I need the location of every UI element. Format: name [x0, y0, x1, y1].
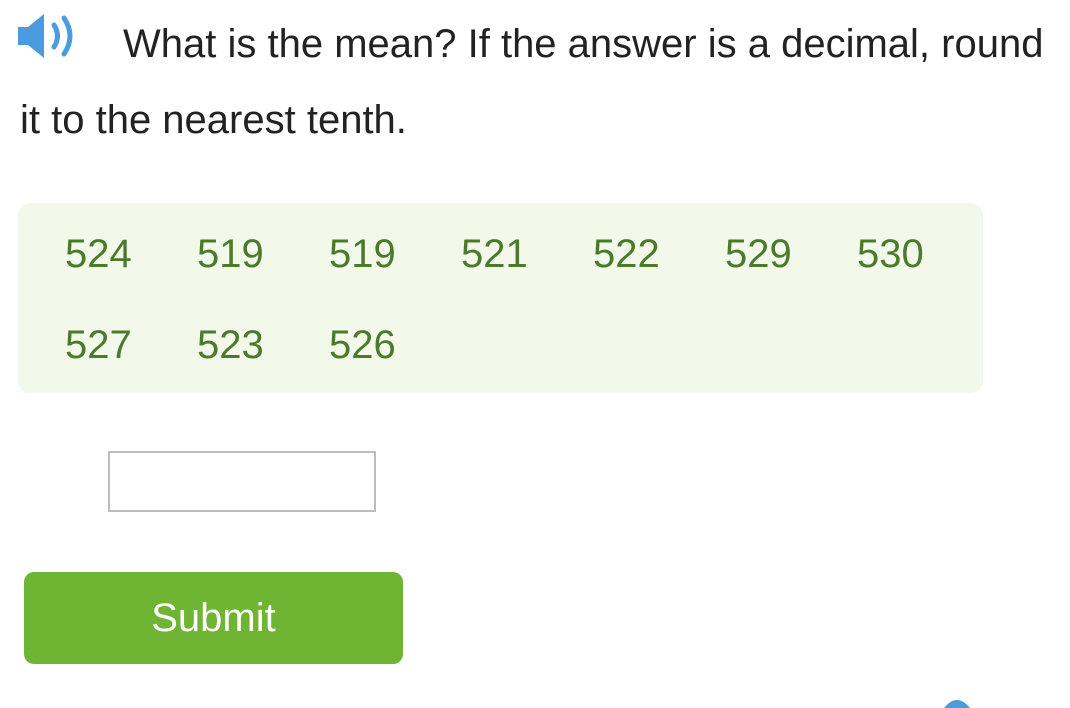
partial-decoration-icon — [944, 700, 970, 708]
submit-button[interactable]: Submit — [24, 572, 403, 664]
data-value: 526 — [329, 323, 396, 367]
data-value: 530 — [857, 232, 924, 276]
question-page: What is the mean? If the answer is a dec… — [0, 0, 1070, 708]
data-set-box: 524 519 519 521 522 529 530 527 523 526 — [18, 203, 983, 393]
data-value: 521 — [461, 232, 528, 276]
data-value: 522 — [593, 232, 660, 276]
data-value: 519 — [197, 232, 264, 276]
data-value: 529 — [725, 232, 792, 276]
data-value: 519 — [329, 232, 396, 276]
data-value: 523 — [197, 323, 264, 367]
data-value: 527 — [65, 323, 132, 367]
answer-input[interactable] — [108, 451, 376, 512]
question-text: What is the mean? If the answer is a dec… — [20, 22, 1044, 142]
data-value: 524 — [65, 232, 132, 276]
